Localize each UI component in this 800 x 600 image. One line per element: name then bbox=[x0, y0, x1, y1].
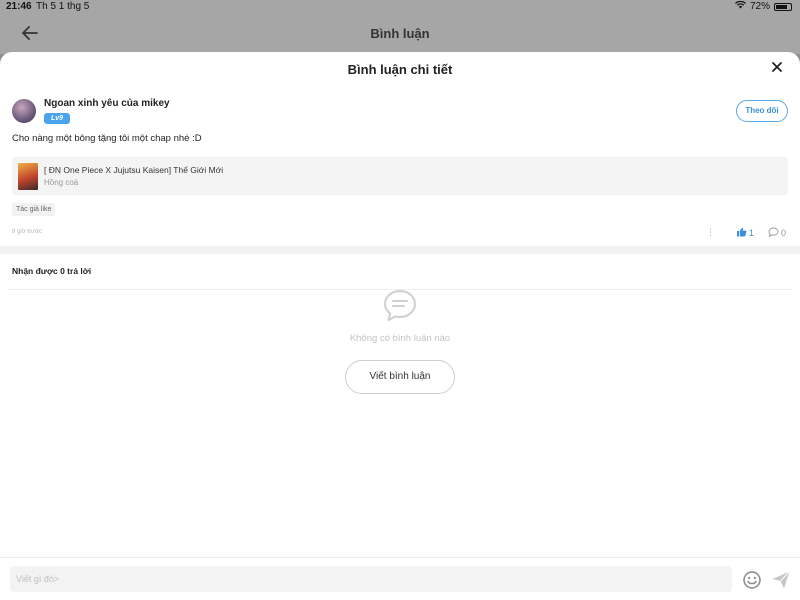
smiley-icon[interactable] bbox=[742, 570, 762, 590]
section-divider bbox=[0, 246, 800, 254]
follow-button[interactable]: Theo dõi bbox=[736, 100, 788, 122]
background-header: Bình luận bbox=[0, 14, 800, 54]
avatar[interactable] bbox=[12, 99, 36, 123]
story-cover bbox=[18, 163, 38, 190]
username[interactable]: Ngoan xinh yêu của mikey bbox=[44, 98, 170, 109]
wifi-icon bbox=[734, 0, 746, 12]
send-icon[interactable] bbox=[771, 570, 791, 590]
chat-bubble-icon bbox=[768, 227, 779, 239]
close-icon[interactable] bbox=[768, 60, 786, 78]
status-bar: 21:46 Th 5 1 thg 5 72% bbox=[0, 0, 800, 14]
status-date: Th 5 1 thg 5 bbox=[36, 1, 90, 12]
comment-detail-sheet: Bình luận chi tiết Ngoan xinh yêu của mi… bbox=[0, 52, 800, 600]
sheet-title: Bình luận chi tiết bbox=[347, 62, 453, 77]
comment-text: Cho nàng một bông tặng tôi một chap nhé … bbox=[12, 133, 202, 144]
like-count: 1 bbox=[749, 228, 755, 238]
battery-icon bbox=[774, 2, 792, 11]
more-options-icon[interactable]: ⋮ bbox=[706, 227, 715, 238]
story-title: [ ĐN One Piece X Jujutsu Kaisen] Thế Giớ… bbox=[44, 165, 224, 175]
level-badge: Lv9 bbox=[44, 113, 70, 124]
reply-count: 0 bbox=[781, 228, 787, 238]
story-card[interactable]: [ ĐN One Piece X Jujutsu Kaisen] Thế Giớ… bbox=[12, 157, 788, 195]
author-like-badge: Tác giả like bbox=[12, 203, 56, 216]
like-button[interactable]: 1 bbox=[736, 227, 754, 239]
comment-input-bar bbox=[0, 557, 800, 600]
thumbs-up-icon bbox=[736, 227, 747, 239]
chat-bubble-icon bbox=[382, 288, 418, 324]
reply-button[interactable]: 0 bbox=[768, 227, 786, 239]
background-title: Bình luận bbox=[370, 26, 430, 41]
story-author: Hồng coá bbox=[44, 178, 79, 187]
comment-timestamp: 9 giờ trước bbox=[12, 229, 42, 235]
battery-percent: 72% bbox=[749, 1, 770, 12]
empty-state-text: Không có bình luận nào bbox=[349, 333, 451, 344]
write-comment-button[interactable]: Viết bình luận bbox=[345, 360, 455, 394]
comment-input[interactable] bbox=[10, 566, 732, 592]
replies-heading: Nhận được 0 trả lời bbox=[12, 266, 92, 276]
status-time: 21:46 bbox=[6, 1, 32, 12]
status-right: 72% bbox=[734, 0, 792, 12]
